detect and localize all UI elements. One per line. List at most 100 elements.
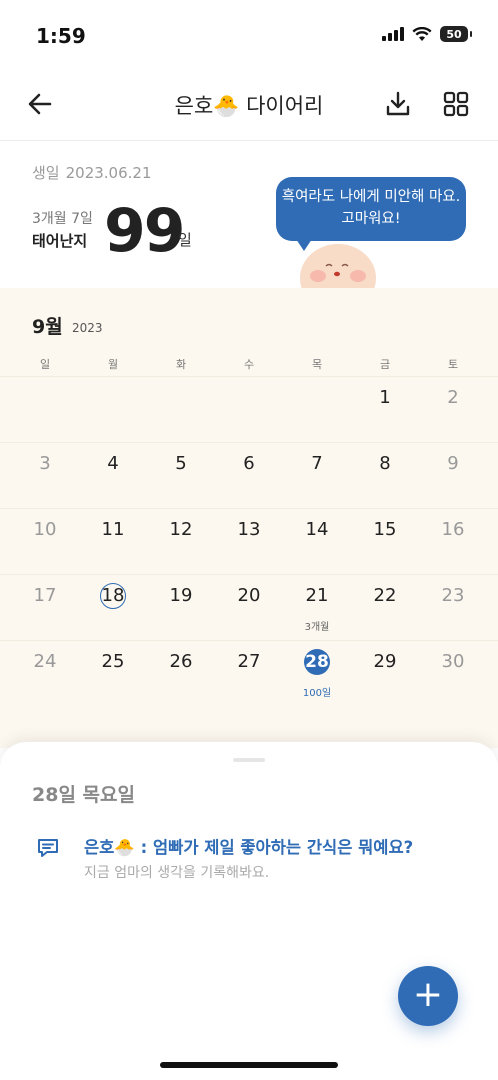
day-number: 18 bbox=[101, 585, 125, 606]
calendar: 9월 2023 일 월 화 수 목 금 토 1 2 3 4 5 6 7 8 9 … bbox=[0, 288, 498, 748]
day-number: 10 bbox=[33, 519, 57, 540]
day-number: 2 bbox=[447, 387, 459, 408]
calendar-day[interactable]: 13 bbox=[215, 509, 283, 575]
speech-bubble: 흑여라도 나에게 미안해 마요. 고마워요! bbox=[276, 177, 466, 251]
day-number: 9 bbox=[447, 453, 459, 474]
day-number: 24 bbox=[33, 651, 57, 672]
selected-date-title: 28일 목요일 bbox=[32, 784, 135, 806]
calendar-day[interactable]: 22 bbox=[351, 575, 419, 641]
day-number: 27 bbox=[237, 651, 261, 672]
calendar-day[interactable]: 24 bbox=[11, 641, 79, 707]
day-number: 23 bbox=[441, 585, 465, 606]
day-number: 30 bbox=[441, 651, 465, 672]
calendar-day-empty bbox=[11, 377, 79, 443]
signal-icon bbox=[382, 27, 404, 41]
status-time: 1:59 bbox=[36, 24, 86, 48]
calendar-day[interactable]: 17 bbox=[11, 575, 79, 641]
sheet-drag-handle[interactable] bbox=[233, 758, 265, 762]
calendar-day-empty bbox=[79, 377, 147, 443]
wifi-icon bbox=[412, 26, 432, 41]
calendar-day[interactable]: 16 bbox=[419, 509, 487, 575]
day-number: 12 bbox=[169, 519, 193, 540]
day-number: 22 bbox=[373, 585, 397, 606]
birth-info: 생일 2023.06.21 bbox=[32, 162, 152, 183]
calendar-day[interactable]: 8 bbox=[351, 443, 419, 509]
calendar-day[interactable]: 11 bbox=[79, 509, 147, 575]
calendar-day[interactable]: 2 bbox=[419, 377, 487, 443]
calendar-day-empty bbox=[215, 377, 283, 443]
battery-icon: 50 bbox=[440, 26, 472, 42]
day-number: 19 bbox=[169, 585, 193, 606]
calendar-day[interactable]: 23 bbox=[419, 575, 487, 641]
calendar-day[interactable]: 12 bbox=[147, 509, 215, 575]
weekday-mon: 월 bbox=[107, 358, 119, 371]
weekday-fri: 금 bbox=[379, 358, 391, 371]
day-number: 8 bbox=[379, 453, 391, 474]
calendar-month: 9월 bbox=[32, 316, 63, 338]
day-number: 1 bbox=[379, 387, 391, 408]
day-number: 25 bbox=[101, 651, 125, 672]
calendar-day[interactable]: 30 bbox=[419, 641, 487, 707]
day-number: 7 bbox=[311, 453, 323, 474]
calendar-day[interactable]: 29 bbox=[351, 641, 419, 707]
grid-icon[interactable] bbox=[440, 88, 472, 120]
baby-illustration bbox=[300, 244, 376, 288]
calendar-day[interactable]: 1 bbox=[351, 377, 419, 443]
weekday-tue: 화 bbox=[175, 358, 187, 371]
day-number: 14 bbox=[305, 519, 329, 540]
weekday-thu: 목 bbox=[311, 358, 323, 371]
calendar-day-today[interactable]: 18 bbox=[79, 575, 147, 641]
calendar-day[interactable]: 20 bbox=[215, 575, 283, 641]
calendar-week: 24 25 26 27 28 100일 29 30 bbox=[0, 640, 498, 707]
birth-date: 2023.06.21 bbox=[65, 164, 152, 182]
birth-label: 생일 bbox=[32, 164, 60, 182]
calendar-day[interactable]: 26 bbox=[147, 641, 215, 707]
calendar-day[interactable]: 4 bbox=[79, 443, 147, 509]
days-count: 99 bbox=[104, 196, 185, 266]
age-text: 3개월 7일 bbox=[32, 211, 93, 227]
day-number: 13 bbox=[237, 519, 261, 540]
calendar-day-empty bbox=[147, 377, 215, 443]
calendar-day[interactable]: 5 bbox=[147, 443, 215, 509]
status-icons: 50 bbox=[382, 26, 472, 42]
day-number: 29 bbox=[373, 651, 397, 672]
calendar-day[interactable]: 14 bbox=[283, 509, 351, 575]
born-label: 태어난지 bbox=[32, 232, 88, 250]
calendar-day[interactable]: 7 bbox=[283, 443, 351, 509]
day-number: 11 bbox=[101, 519, 125, 540]
calendar-week: 10 11 12 13 14 15 16 bbox=[0, 508, 498, 575]
calendar-day[interactable]: 27 bbox=[215, 641, 283, 707]
day-number: 4 bbox=[107, 453, 119, 474]
day-number: 3 bbox=[39, 453, 51, 474]
day-number: 26 bbox=[169, 651, 193, 672]
app-header: 은호🐣 다이어리 bbox=[0, 70, 498, 141]
calendar-day[interactable]: 6 bbox=[215, 443, 283, 509]
bottom-sheet: 28일 목요일 은호🐣 : 엄빠가 제일 좋아하는 간식은 뭐예요? 지금 엄마… bbox=[0, 742, 498, 1080]
calendar-day[interactable]: 25 bbox=[79, 641, 147, 707]
calendar-day[interactable]: 19 bbox=[147, 575, 215, 641]
calendar-day-empty bbox=[283, 377, 351, 443]
calendar-day[interactable]: 9 bbox=[419, 443, 487, 509]
weekday-wed: 수 bbox=[243, 358, 255, 371]
day-number: 17 bbox=[33, 585, 57, 606]
status-bar: 1:59 50 bbox=[0, 0, 498, 70]
day-number: 6 bbox=[243, 453, 255, 474]
calendar-day-selected[interactable]: 28 100일 bbox=[283, 641, 351, 707]
day-number: 16 bbox=[441, 519, 465, 540]
days-unit: 일 bbox=[178, 231, 192, 249]
download-icon[interactable] bbox=[382, 88, 414, 120]
chat-bubble-icon bbox=[38, 839, 58, 857]
home-indicator bbox=[160, 1062, 338, 1068]
calendar-week: 17 18 19 20 21 3개월 22 23 bbox=[0, 574, 498, 641]
diary-question[interactable]: 은호🐣 : 엄빠가 제일 좋아하는 간식은 뭐예요? bbox=[84, 834, 413, 858]
calendar-day[interactable]: 15 bbox=[351, 509, 419, 575]
calendar-day[interactable]: 21 3개월 bbox=[283, 575, 351, 641]
calendar-day[interactable]: 10 bbox=[11, 509, 79, 575]
day-number: 5 bbox=[175, 453, 187, 474]
add-entry-button[interactable]: + bbox=[398, 966, 458, 1026]
calendar-day[interactable]: 3 bbox=[11, 443, 79, 509]
day-number: 15 bbox=[373, 519, 397, 540]
calendar-week: 3 4 5 6 7 8 9 bbox=[0, 442, 498, 509]
day-number: 20 bbox=[237, 585, 261, 606]
diary-hint[interactable]: 지금 엄마의 생각을 기록해봐요. bbox=[84, 862, 269, 882]
